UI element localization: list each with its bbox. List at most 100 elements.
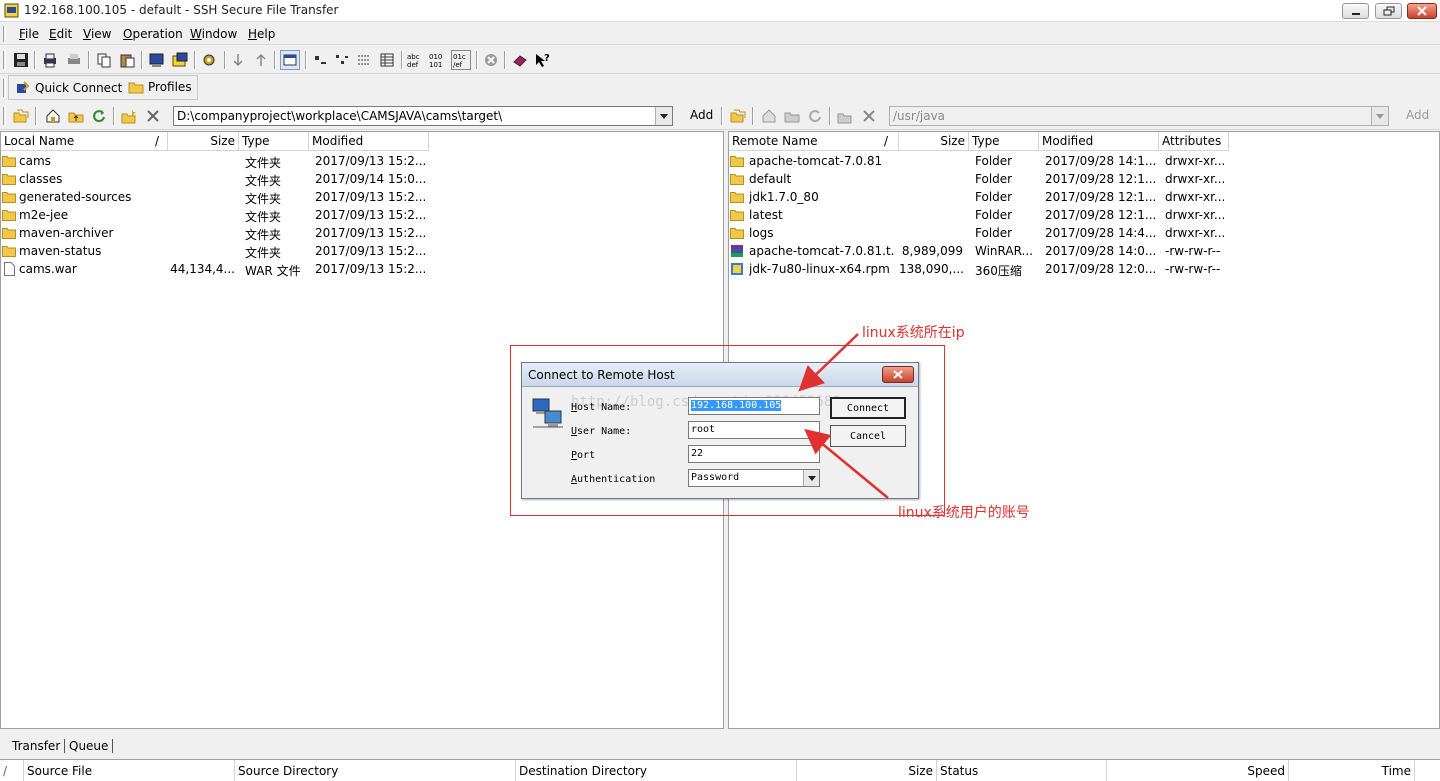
new-terminal-button[interactable] <box>147 50 167 70</box>
close-window-button[interactable] <box>1407 3 1437 19</box>
remote-file-row[interactable]: logs Folder 2017/09/28 14:4... drwxr-xr... <box>729 224 1439 242</box>
large-icons-button[interactable] <box>310 50 330 70</box>
transfer-col-destination-directory[interactable]: Destination Directory <box>516 760 797 781</box>
restore-button[interactable] <box>1375 3 1402 19</box>
transfer-col-status[interactable]: Status <box>937 760 1107 781</box>
local-col-modified[interactable]: Modified <box>309 132 429 151</box>
local-file-row[interactable]: cams 文件夹 2017/09/13 15:2... <box>1 152 723 170</box>
remote-cell-type: WinRAR... <box>975 244 1033 258</box>
local-col-size[interactable]: Size <box>168 132 239 151</box>
menu-operation[interactable]: Operation <box>123 27 183 41</box>
remote-cell-name: apache-tomcat-7.0.81.t... <box>749 244 895 258</box>
remote-path-dropdown-button[interactable] <box>1371 107 1388 125</box>
disconnect-button[interactable] <box>481 50 501 70</box>
ascii-mode-button[interactable]: abc def <box>406 50 426 70</box>
quick-connect-button[interactable]: Quick Connect <box>15 80 122 96</box>
remote-file-row[interactable]: default Folder 2017/09/28 12:1... drwxr-xr.… <box>729 170 1439 188</box>
local-cell-modified: 2017/09/13 15:2... <box>315 154 425 168</box>
binary-mode-button[interactable]: 010 101 <box>428 50 448 70</box>
local-file-row[interactable]: cams.war 44,134,4... WAR 文件 2017/09/13 15:2… <box>1 260 723 278</box>
copy-icon <box>97 53 111 68</box>
minimize-button[interactable] <box>1342 3 1369 19</box>
menu-help[interactable]: Help <box>248 27 275 41</box>
download-button[interactable] <box>228 50 248 70</box>
remote-cell-size: 8,989,099 <box>901 244 963 258</box>
remote-up-folder-button[interactable] <box>782 106 802 126</box>
close-icon <box>1417 6 1427 16</box>
transfer-list[interactable]: / Source File Source Directory Destinati… <box>0 759 1440 781</box>
large-icons-icon <box>315 56 326 64</box>
remote-delete-button[interactable] <box>859 106 879 126</box>
transfer-col-source-file[interactable]: Source File <box>24 760 235 781</box>
local-cell-name: classes <box>19 172 63 186</box>
delete-icon <box>863 110 875 122</box>
paste-button[interactable] <box>117 50 137 70</box>
title-bar: 192.168.100.105 - default - SSH Secure F… <box>0 0 1440 22</box>
local-file-row[interactable]: maven-status 文件夹 2017/09/13 15:2... <box>1 242 723 260</box>
local-refresh-button[interactable] <box>89 106 109 126</box>
menu-window[interactable]: Window <box>190 27 237 41</box>
tab-transfer[interactable]: Transfer <box>8 739 66 753</box>
transfer-col-size[interactable]: Size <box>797 760 937 781</box>
help-pointer-icon: ? <box>536 53 550 67</box>
transfer-col-speed[interactable]: Speed <box>1107 760 1289 781</box>
remote-col-name[interactable]: Remote Name / <box>729 132 899 151</box>
remote-home-button[interactable] <box>759 106 779 126</box>
local-file-row[interactable]: m2e-jee 文件夹 2017/09/13 15:2... <box>1 206 723 224</box>
local-folders-button[interactable] <box>11 106 31 126</box>
print-button[interactable] <box>40 50 60 70</box>
transfer-col-time[interactable]: Time <box>1289 760 1415 781</box>
remote-file-row[interactable]: jdk-7u80-linux-x64.rpm 138,090,... 360压缩 20… <box>729 260 1439 278</box>
local-file-row[interactable]: generated-sources 文件夹 2017/09/13 15:2... <box>1 188 723 206</box>
local-up-folder-button[interactable] <box>66 106 86 126</box>
folder-icon <box>730 154 744 167</box>
remote-new-folder-button[interactable] <box>835 106 855 126</box>
remote-refresh-button[interactable] <box>805 106 825 126</box>
transfer-col-sort[interactable]: / <box>0 760 24 781</box>
new-file-transfer-button[interactable] <box>170 50 190 70</box>
local-add-button[interactable]: Add <box>690 108 713 122</box>
small-icons-button[interactable] <box>332 50 352 70</box>
local-col-name[interactable]: Local Name / <box>1 132 168 151</box>
menu-edit[interactable]: Edit <box>49 27 72 41</box>
menu-file[interactable]: File <box>19 27 39 41</box>
copy-button[interactable] <box>94 50 114 70</box>
remote-file-row[interactable]: latest Folder 2017/09/28 12:1... drwxr-xr..… <box>729 206 1439 224</box>
remote-folders-button[interactable] <box>728 106 748 126</box>
context-help-button[interactable]: ? <box>532 50 552 70</box>
local-new-folder-button[interactable] <box>119 106 139 126</box>
print-disabled-button[interactable] <box>64 50 84 70</box>
list-view-button[interactable] <box>354 50 374 70</box>
remote-col-modified[interactable]: Modified <box>1039 132 1159 151</box>
transfer-col-source-directory[interactable]: Source Directory <box>235 760 516 781</box>
auto-mode-button[interactable]: 01c/ef <box>451 50 471 70</box>
tab-queue[interactable]: Queue <box>65 739 114 753</box>
settings-button[interactable] <box>199 50 219 70</box>
remote-file-row[interactable]: jdk1.7.0_80 Folder 2017/09/28 12:1... drwxr… <box>729 188 1439 206</box>
local-path-combobox[interactable]: D:\companyproject\workplace\CAMSJAVA\cam… <box>173 106 673 126</box>
remote-file-row[interactable]: apache-tomcat-7.0.81.t... 8,989,099 WinRAR… <box>729 242 1439 260</box>
remote-path-combobox[interactable]: /usr/java <box>889 106 1389 126</box>
save-button[interactable] <box>11 50 31 70</box>
local-delete-button[interactable] <box>143 106 163 126</box>
toolbar-separator <box>401 51 403 69</box>
remote-col-type[interactable]: Type <box>969 132 1039 151</box>
menu-view[interactable]: View <box>83 27 111 41</box>
remote-add-button[interactable]: Add <box>1406 108 1429 122</box>
remote-file-row[interactable]: apache-tomcat-7.0.81 Folder 2017/09/28 14:… <box>729 152 1439 170</box>
help-topics-button[interactable] <box>510 50 530 70</box>
upload-button[interactable] <box>251 50 271 70</box>
local-file-row[interactable]: maven-archiver 文件夹 2017/09/13 15:2... <box>1 224 723 242</box>
local-path-dropdown-button[interactable] <box>655 107 672 125</box>
view-toggle-button[interactable] <box>280 50 300 70</box>
local-col-type[interactable]: Type <box>239 132 309 151</box>
local-cell-name: cams <box>19 154 51 168</box>
folder-up-icon <box>68 112 84 123</box>
profiles-button[interactable]: Profiles <box>128 80 192 94</box>
remote-col-attributes[interactable]: Attributes <box>1159 132 1229 151</box>
local-file-row[interactable]: classes 文件夹 2017/09/14 15:0... <box>1 170 723 188</box>
local-home-button[interactable] <box>43 106 63 126</box>
remote-col-size[interactable]: Size <box>899 132 969 151</box>
dialog-title: Connect to Remote Host <box>528 368 675 382</box>
details-view-button[interactable] <box>377 50 397 70</box>
